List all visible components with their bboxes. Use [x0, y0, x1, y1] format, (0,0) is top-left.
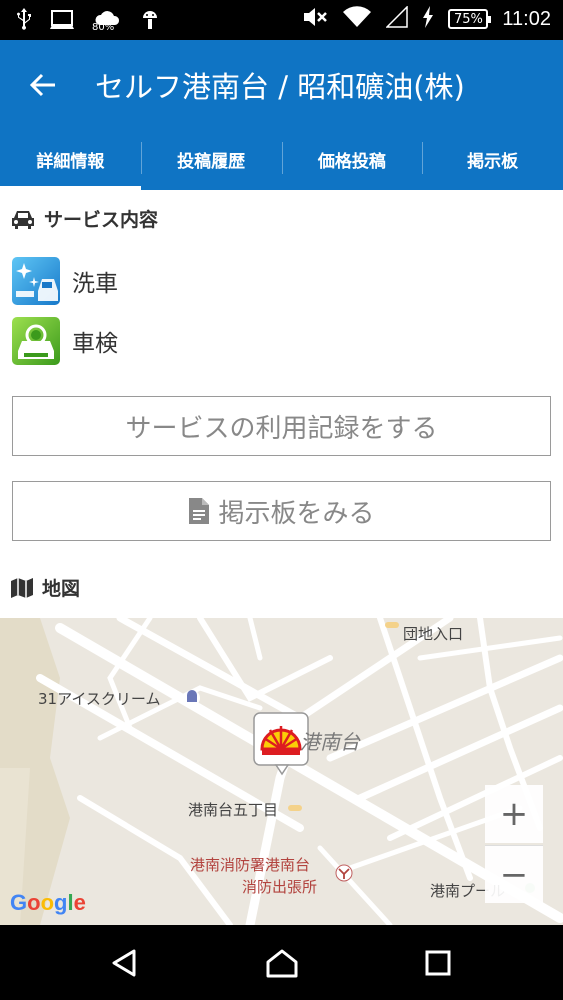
- tab-details[interactable]: 詳細情報: [0, 128, 141, 190]
- clock: 11:02: [502, 7, 551, 30]
- service-label-car-wash: 洗車: [72, 271, 118, 297]
- wifi-icon: [342, 6, 372, 32]
- tab-price-post[interactable]: 価格投稿: [281, 128, 423, 190]
- page-title: セルフ港南台 / 昭和礦油(株): [95, 70, 465, 104]
- map-label-fire-station-line2: 消防出張所: [242, 878, 318, 896]
- home-icon: [266, 949, 298, 978]
- android-debug-icon: [140, 8, 160, 34]
- services-title: サービス内容: [44, 209, 159, 231]
- map-title: 地図: [42, 578, 81, 600]
- weather-percent: 80%: [92, 22, 115, 33]
- car-icon: [12, 210, 34, 229]
- arrow-back-icon: [29, 73, 55, 97]
- map-label-icecream: 31アイスクリーム: [38, 690, 161, 708]
- triangle-back-icon: [112, 949, 136, 977]
- mute-icon: [302, 6, 328, 32]
- view-bulletin-board-label: 掲示板をみる: [218, 498, 375, 529]
- map-icon: [11, 577, 33, 598]
- record-service-usage-label: サービスの利用記録をする: [125, 413, 438, 444]
- zoom-in-button[interactable]: +: [485, 785, 543, 843]
- tab-bulletin-board[interactable]: 掲示板: [422, 128, 563, 190]
- zoom-out-button[interactable]: −: [485, 845, 543, 903]
- system-navigation-bar: [0, 925, 563, 1000]
- charging-icon: [422, 6, 434, 32]
- tab-bar: 詳細情報 投稿履歴 価格投稿 掲示板: [0, 128, 563, 190]
- car-wash-icon: [12, 257, 60, 305]
- nav-back-button[interactable]: [104, 943, 144, 983]
- car-inspection-icon: [12, 317, 60, 365]
- map-view[interactable]: 団地入口 31アイスクリーム 港南台 港南台五丁目 港南消防署港南台 消防出張所…: [0, 618, 563, 925]
- map-label-konandai: 港南台: [300, 730, 360, 754]
- signal-icon: [385, 5, 409, 32]
- tab-post-history[interactable]: 投稿履歴: [140, 128, 282, 190]
- nav-home-button[interactable]: [262, 943, 302, 983]
- service-item-car-inspection: 車検: [12, 317, 118, 365]
- map-heading: 地図: [10, 574, 80, 601]
- services-heading: サービス内容: [10, 205, 158, 232]
- nav-recents-button[interactable]: [418, 943, 458, 983]
- service-label-car-inspection: 車検: [72, 331, 118, 357]
- google-logo: Google: [10, 890, 86, 915]
- square-recents-icon: [425, 950, 451, 976]
- map-label-danchi-entrance: 団地入口: [403, 625, 464, 643]
- back-button[interactable]: [18, 60, 68, 110]
- map-label-konandai-5chome: 港南台五丁目: [188, 801, 279, 819]
- document-icon: [189, 498, 210, 524]
- app-notification-icon: [50, 8, 76, 34]
- app-bar: セルフ港南台 / 昭和礦油(株): [0, 40, 563, 128]
- view-bulletin-board-button[interactable]: 掲示板をみる: [12, 481, 551, 541]
- usb-icon: [16, 8, 32, 34]
- battery-indicator: 75%: [448, 9, 492, 29]
- map-label-fire-station-line1: 港南消防署港南台: [190, 856, 311, 874]
- service-item-car-wash: 洗車: [12, 257, 118, 305]
- record-service-usage-button[interactable]: サービスの利用記録をする: [12, 396, 551, 456]
- status-bar: 80% 75% 11:02: [0, 0, 563, 40]
